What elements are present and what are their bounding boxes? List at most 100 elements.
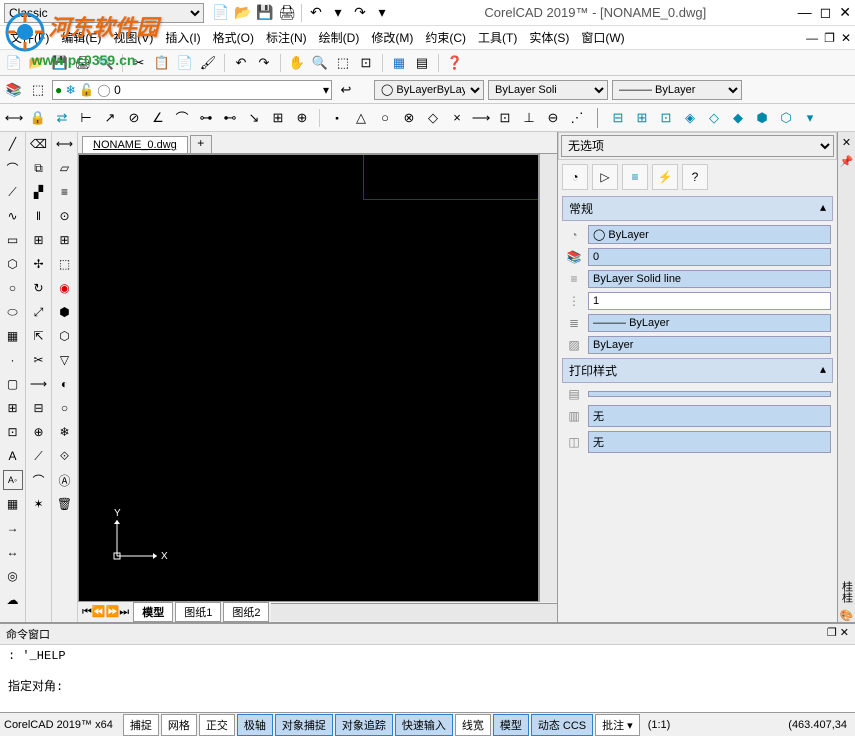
menu-view[interactable]: 视图(V) bbox=[107, 27, 159, 48]
dim-baseline-button[interactable]: ⊷ bbox=[220, 108, 240, 128]
osnap-toggle[interactable]: 对象捕捉 bbox=[275, 714, 333, 736]
properties-button[interactable]: ▦ bbox=[389, 53, 409, 73]
offset-button[interactable]: ‖ bbox=[29, 206, 49, 226]
menu-tools[interactable]: 工具(T) bbox=[472, 27, 523, 48]
redo-dropdown-icon[interactable]: ▾ bbox=[373, 4, 391, 22]
color-combo[interactable]: ◯ ByLayerByLayer bbox=[374, 80, 484, 100]
menu-annotate[interactable]: 标注(N) bbox=[260, 27, 313, 48]
prop-printtable-value[interactable]: 无 bbox=[588, 405, 831, 427]
grid-toggle[interactable]: 网格 bbox=[161, 714, 197, 736]
layer-combo[interactable]: ● ❄ 🔓 ◯ 0 ▾ bbox=[52, 80, 332, 100]
snap-toggle[interactable]: 捕捉 bbox=[123, 714, 159, 736]
vertical-scrollbar[interactable] bbox=[539, 154, 557, 602]
child-close-icon[interactable]: ✕ bbox=[841, 31, 851, 45]
zoom-extents-button[interactable]: ⊡ bbox=[356, 53, 376, 73]
dim-continue-button[interactable]: ⊶ bbox=[196, 108, 216, 128]
distance-button[interactable]: ⟷ bbox=[55, 134, 75, 154]
dim-ord-button[interactable]: ⊢ bbox=[76, 108, 96, 128]
dim-style-button[interactable]: ⟐ bbox=[55, 446, 75, 466]
prop-printspace-value[interactable]: 无 bbox=[588, 431, 831, 453]
close-icon[interactable]: ✕ bbox=[839, 4, 851, 21]
paste-button[interactable]: 📄 bbox=[175, 53, 195, 73]
child-restore-icon[interactable]: ❐ bbox=[824, 31, 835, 45]
area-button[interactable]: ▱ bbox=[55, 158, 75, 178]
mirror-button[interactable]: ▞ bbox=[29, 182, 49, 202]
layer-previous-button[interactable]: ↩ bbox=[336, 80, 356, 100]
select-button[interactable]: ⬚ bbox=[55, 254, 75, 274]
polyline-button[interactable]: ⟋ bbox=[3, 182, 23, 202]
snap-center-button[interactable]: ○ bbox=[375, 108, 395, 128]
layer-frz-button[interactable]: ❄ bbox=[55, 422, 75, 442]
mtext-button[interactable]: A◦ bbox=[3, 470, 23, 490]
move-button[interactable]: ✢ bbox=[29, 254, 49, 274]
menu-constrain[interactable]: 约束(C) bbox=[419, 27, 472, 48]
lineweight-combo[interactable]: ——— ByLayer bbox=[612, 80, 742, 100]
snap-insert-button[interactable]: ⊡ bbox=[495, 108, 515, 128]
child-minimize-icon[interactable]: — bbox=[806, 31, 818, 45]
palette-icon[interactable]: 🎨 bbox=[840, 609, 854, 622]
explode-button[interactable]: ✶ bbox=[29, 494, 49, 514]
dim-align-button[interactable]: ⇄ bbox=[52, 108, 72, 128]
pan-button[interactable]: ✋ bbox=[287, 53, 307, 73]
view-nwiso-button[interactable]: ⬢ bbox=[752, 108, 772, 128]
purge-button[interactable]: 🗑 bbox=[55, 494, 75, 514]
selection-combo[interactable]: 无选项 bbox=[561, 135, 834, 157]
rectangle-button[interactable]: ▭ bbox=[3, 230, 23, 250]
design-center-button[interactable]: ▤ bbox=[412, 53, 432, 73]
dim-linear-button[interactable]: ⟷ bbox=[4, 108, 24, 128]
minimize-icon[interactable]: — bbox=[798, 4, 812, 21]
leader-button[interactable]: ↘ bbox=[244, 108, 264, 128]
hatch-button[interactable]: ▦ bbox=[3, 326, 23, 346]
prop-help-button[interactable]: ? bbox=[682, 164, 708, 190]
line-button[interactable]: ╱ bbox=[3, 134, 23, 154]
revcloud-button[interactable]: ☁ bbox=[3, 590, 23, 610]
zoom-window-button[interactable]: ⬚ bbox=[333, 53, 353, 73]
annotate-toggle[interactable]: 批注 ▾ bbox=[595, 714, 640, 736]
snap-perp-button[interactable]: ⊥ bbox=[519, 108, 539, 128]
sheet1-tab[interactable]: 图纸1 bbox=[175, 602, 221, 622]
section-print[interactable]: 打印样式▴ bbox=[562, 358, 833, 383]
section-general[interactable]: 常规▴ bbox=[562, 196, 833, 221]
pin-panel-icon[interactable]: 📌 bbox=[840, 155, 854, 168]
undo-button[interactable]: ↶ bbox=[231, 53, 251, 73]
view-front-button[interactable]: ⊞ bbox=[632, 108, 652, 128]
stretch-button[interactable]: ⇱ bbox=[29, 326, 49, 346]
text-button[interactable]: A bbox=[3, 446, 23, 466]
join-button[interactable]: ⊕ bbox=[29, 422, 49, 442]
insert-button[interactable]: ⊡ bbox=[3, 422, 23, 442]
menu-window[interactable]: 窗口(W) bbox=[575, 27, 630, 48]
menu-draw[interactable]: 绘制(D) bbox=[313, 27, 366, 48]
snap-intersect-button[interactable]: × bbox=[447, 108, 467, 128]
view-iso-button[interactable]: ◈ bbox=[680, 108, 700, 128]
sheet2-tab[interactable]: 图纸2 bbox=[223, 602, 269, 622]
polygon-button[interactable]: ⬡ bbox=[3, 254, 23, 274]
chamfer-button[interactable]: ⟋ bbox=[29, 446, 49, 466]
snap-endpoint-button[interactable]: ⬝ bbox=[327, 108, 347, 128]
view-swiso-button[interactable]: ◇ bbox=[704, 108, 724, 128]
help-button[interactable]: ❓ bbox=[445, 53, 465, 73]
fillet-button[interactable]: ⌒ bbox=[29, 470, 49, 490]
scale-label[interactable]: (1:1) bbox=[648, 719, 671, 731]
cut-button[interactable]: ✂ bbox=[129, 53, 149, 73]
menu-edit[interactable]: 编辑(E) bbox=[55, 27, 107, 48]
quickinput-toggle[interactable]: 快速输入 bbox=[395, 714, 453, 736]
ungroup-button[interactable]: ⬡ bbox=[55, 326, 75, 346]
dim-radius-button[interactable]: ↗ bbox=[100, 108, 120, 128]
text-style-button[interactable]: Ⓐ bbox=[55, 470, 75, 490]
view-side-button[interactable]: ⊡ bbox=[656, 108, 676, 128]
polar-toggle[interactable]: 极轴 bbox=[237, 714, 273, 736]
extend-button[interactable]: ⟶ bbox=[29, 374, 49, 394]
id-button[interactable]: ⊙ bbox=[55, 206, 75, 226]
redo-icon[interactable]: ↷ bbox=[351, 4, 369, 22]
filter-button[interactable]: ▽ bbox=[55, 350, 75, 370]
menu-format[interactable]: 格式(O) bbox=[207, 27, 260, 48]
menu-insert[interactable]: 插入(I) bbox=[159, 27, 206, 48]
dim-diameter-button[interactable]: ⊘ bbox=[124, 108, 144, 128]
horizontal-scrollbar[interactable] bbox=[271, 603, 557, 621]
snap-node-button[interactable]: ⊗ bbox=[399, 108, 419, 128]
menu-solids[interactable]: 实体(S) bbox=[523, 27, 575, 48]
view-top-button[interactable]: ⊟ bbox=[608, 108, 628, 128]
open-button[interactable]: 📂 bbox=[27, 53, 47, 73]
layer-off-button[interactable]: ○ bbox=[55, 398, 75, 418]
break-button[interactable]: ⊟ bbox=[29, 398, 49, 418]
